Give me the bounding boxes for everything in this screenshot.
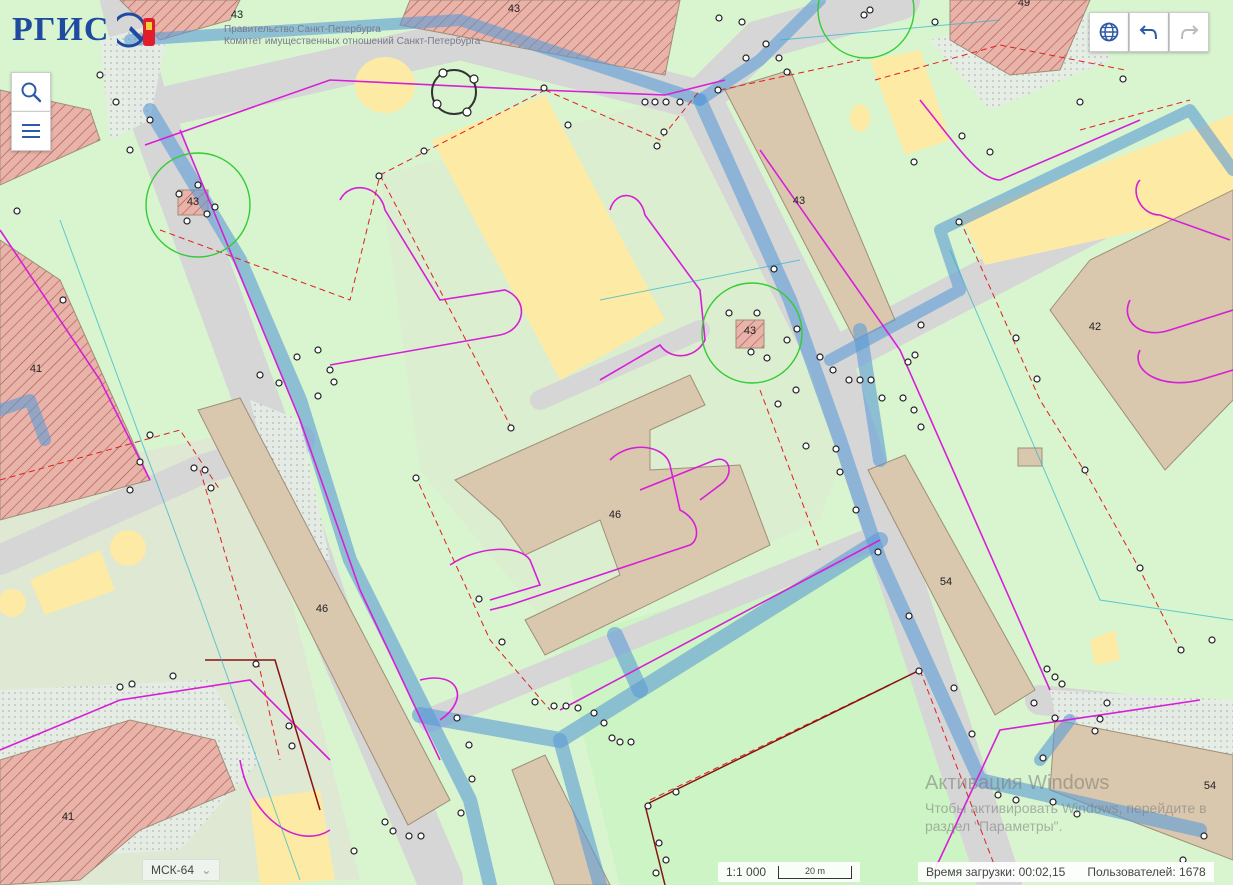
logo-text: РГИС bbox=[12, 11, 110, 48]
label-43-right: 43 bbox=[793, 195, 805, 207]
organization-name: Правительство Санкт-Петербурга Комитет и… bbox=[224, 24, 480, 48]
watermark-title: Активация Windows bbox=[925, 772, 1110, 794]
users-count: Пользователей: 1678 bbox=[1087, 865, 1206, 879]
org-line-1: Правительство Санкт-Петербурга bbox=[224, 24, 381, 35]
globe-icon bbox=[1099, 22, 1119, 42]
top-toolbar bbox=[1089, 12, 1209, 52]
map-canvas[interactable]: 43 43 43 43 43 49 42 41 41 46 46 54 54 bbox=[0, 0, 1233, 885]
status-info: Время загрузки: 00:02,15 Пользователей: … bbox=[918, 862, 1214, 882]
label-49: 49 bbox=[1018, 0, 1030, 9]
label-46-left: 46 bbox=[316, 603, 328, 615]
chevron-down-icon: ⌄ bbox=[201, 863, 212, 877]
search-button[interactable] bbox=[11, 72, 51, 112]
label-54: 54 bbox=[940, 576, 952, 588]
label-43-top: 43 bbox=[231, 9, 243, 21]
label-42: 42 bbox=[1089, 321, 1101, 333]
scale-value: 1:1 000 bbox=[726, 865, 767, 879]
label-43-small-right: 43 bbox=[744, 325, 756, 337]
search-icon bbox=[21, 82, 42, 103]
emblem-icon bbox=[117, 12, 156, 48]
menu-icon bbox=[22, 124, 40, 138]
globe-button[interactable] bbox=[1089, 12, 1129, 52]
org-line-2: Комитет имущественных отношений Санкт-Пе… bbox=[224, 36, 481, 47]
label-43-top-mid: 43 bbox=[508, 3, 520, 15]
status-bar: МСК-64 ⌄ 1:1 000 20 m Время загрузки: 00… bbox=[0, 859, 1233, 885]
projection-select[interactable]: МСК-64 ⌄ bbox=[142, 859, 221, 881]
app-logo: РГИС bbox=[12, 8, 157, 52]
scale-bar-label: 20 m bbox=[805, 865, 826, 876]
label-41-bottom: 41 bbox=[62, 811, 74, 823]
watermark-line-2: раздел "Параметры". bbox=[925, 818, 1063, 834]
redo-button[interactable] bbox=[1169, 12, 1209, 52]
label-46-center: 46 bbox=[609, 509, 621, 521]
undo-icon bbox=[1139, 25, 1157, 40]
label-43-small-left: 43 bbox=[187, 196, 199, 208]
projection-value: МСК-64 bbox=[151, 863, 194, 877]
activation-watermark: Активация Windows Чтобы активировать Win… bbox=[925, 772, 1207, 835]
undo-button[interactable] bbox=[1129, 12, 1169, 52]
scale-indicator: 1:1 000 20 m bbox=[718, 862, 861, 882]
redo-icon bbox=[1181, 25, 1199, 40]
label-41-left: 41 bbox=[30, 363, 42, 375]
load-time: Время загрузки: 00:02,15 bbox=[926, 865, 1066, 879]
watermark-line-1: Чтобы активировать Windows, перейдите в bbox=[925, 800, 1207, 816]
scale-bar: 20 m bbox=[778, 865, 853, 879]
menu-button[interactable] bbox=[11, 111, 51, 151]
